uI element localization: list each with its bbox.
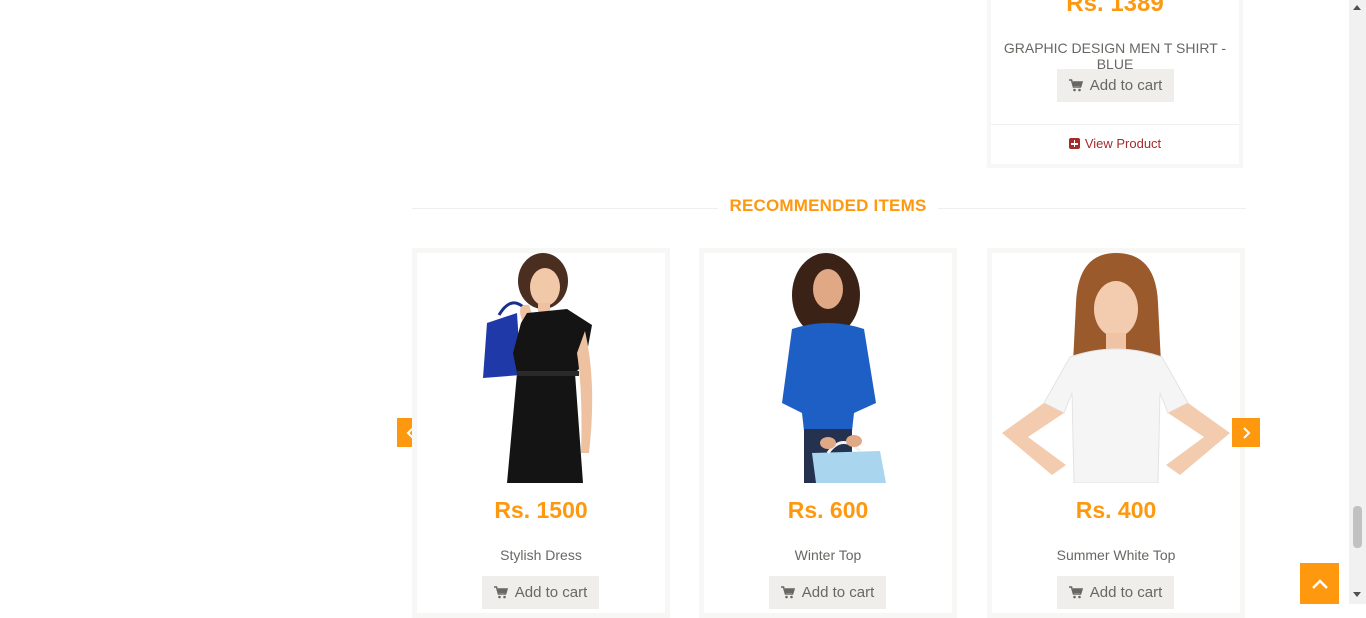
product-price: Rs. 400 — [1075, 497, 1157, 523]
product-card-graphic-tshirt: Rs. 1389 GRAPHIC DESIGN MEN T SHIRT - BL… — [987, 0, 1243, 168]
shopping-cart-icon — [780, 586, 795, 599]
product-price: Rs. 1389 — [1066, 0, 1164, 17]
product-price: Rs. 600 — [787, 497, 869, 523]
add-to-cart-button[interactable]: Add to cart — [1057, 576, 1174, 609]
product-image-winter-top[interactable] — [704, 253, 952, 483]
product-name: Winter Top — [794, 547, 862, 563]
add-to-cart-button[interactable]: Add to cart — [769, 576, 886, 609]
add-to-cart-button[interactable]: Add to cart — [482, 576, 599, 609]
chevron-up-icon — [1311, 578, 1328, 589]
add-to-cart-button[interactable]: Add to cart — [1057, 69, 1174, 102]
add-to-cart-label: Add to cart — [801, 584, 875, 601]
scroll-to-top-button[interactable] — [1300, 563, 1339, 604]
shopping-cart-icon — [493, 586, 508, 599]
scroll-up-arrow-icon[interactable] — [1353, 5, 1361, 10]
recommended-item-card: Rs. 600 Winter Top Add to cart — [699, 248, 957, 618]
product-image-stylish-dress[interactable] — [417, 253, 665, 483]
scroll-down-arrow-icon[interactable] — [1353, 592, 1361, 597]
scrollbar-thumb[interactable] — [1353, 506, 1362, 548]
card-divider — [991, 124, 1239, 125]
product-name: Stylish Dress — [500, 547, 582, 563]
view-product-label: View Product — [1084, 136, 1162, 151]
plus-square-icon — [1068, 138, 1080, 149]
add-to-cart-label: Add to cart — [1089, 77, 1163, 94]
shopping-cart-icon — [1068, 79, 1083, 92]
product-name: GRAPHIC DESIGN MEN T SHIRT - BLUE — [1003, 40, 1227, 72]
recommended-item-card: Rs. 1500 Stylish Dress Add to cart — [412, 248, 670, 618]
product-image-summer-white-top[interactable] — [992, 253, 1240, 484]
shopping-cart-icon — [1068, 586, 1083, 599]
page-scrollbar[interactable] — [1349, 0, 1366, 604]
recommended-item-card: Rs. 400 Summer White Top Add to cart — [987, 248, 1245, 618]
product-name: Summer White Top — [1056, 547, 1176, 563]
view-product-link[interactable]: View Product — [991, 136, 1239, 151]
add-to-cart-label: Add to cart — [1089, 584, 1163, 601]
product-price: Rs. 1500 — [494, 497, 588, 523]
carousel-next-button[interactable] — [1232, 418, 1260, 447]
recommended-items-title: RECOMMENDED ITEMS — [718, 196, 938, 216]
add-to-cart-label: Add to cart — [514, 584, 588, 601]
chevron-right-icon — [1243, 426, 1251, 439]
